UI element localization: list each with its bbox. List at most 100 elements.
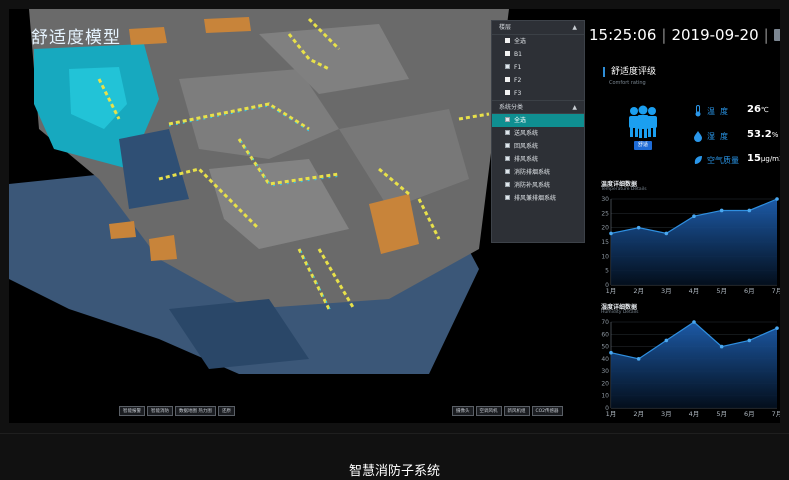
data-point [747, 338, 752, 343]
data-point [664, 231, 669, 236]
checkbox[interactable] [505, 130, 510, 135]
toolbar-button[interactable]: 空调风机 [475, 406, 502, 416]
y-tick-label: 30 [601, 196, 609, 203]
system-item-label: 回风系统 [514, 143, 539, 150]
data-point [692, 214, 696, 218]
air-quality-value: 15 [747, 153, 761, 164]
checkbox[interactable] [505, 195, 510, 200]
data-point [609, 350, 613, 355]
layer-filter-panel: 楼层 ▲ 全选 B1 F1 F2 F3 系统分类 ▲ 全选 送风系统 回风系统 排风系统 消防排… [491, 20, 585, 243]
checkbox[interactable] [505, 169, 510, 174]
area-fill [611, 199, 777, 285]
system-item[interactable]: 回风系统 [492, 140, 584, 153]
clock-date: 2019-09-20 [671, 26, 759, 44]
door-block [149, 235, 177, 261]
temperature-unit: ℃ [760, 106, 769, 114]
floor-group-label: 楼层 [499, 24, 512, 31]
checkbox[interactable] [505, 90, 510, 95]
humidity-unit: % [771, 131, 779, 139]
x-tick-label: 5月 [716, 287, 727, 295]
comfort-title: 舒适度评级 [603, 67, 656, 77]
toolbar-button[interactable]: 摄像头 [452, 406, 474, 416]
air-quality-value-wrap: 15μg/m3 [747, 153, 780, 164]
x-tick-label: 7月 [772, 287, 780, 295]
system-item[interactable]: 排风系统 [492, 153, 584, 166]
humidity-chart: 0102030405060701月 2月 3月 4月 5月 6月 7月 [601, 319, 780, 418]
system-item[interactable]: 全选 [492, 114, 584, 127]
data-point [609, 231, 613, 236]
x-tick-label: 3月 [661, 287, 672, 295]
x-tick-label: 3月 [661, 410, 672, 418]
floor-item[interactable]: 全选 [492, 35, 584, 48]
floor-list: 全选 B1 F1 F2 F3 [492, 35, 584, 100]
y-tick-label: 60 [601, 331, 609, 338]
checkbox[interactable] [505, 51, 510, 56]
checkbox[interactable] [505, 117, 510, 122]
system-item-label: 排风兼排烟系统 [514, 195, 557, 202]
data-point [747, 208, 752, 213]
humidity-value: 53.2 [747, 129, 772, 140]
clock-time: 15:25:06 [589, 26, 657, 44]
y-tick-label: 20 [601, 225, 609, 232]
thermometer-icon [695, 105, 701, 117]
air-quality-label: 空气质量 [707, 156, 739, 165]
water-drop-icon [694, 131, 702, 142]
data-point [664, 338, 669, 343]
y-tick-label: 30 [601, 368, 609, 375]
system-group-header[interactable]: 系统分类 ▲ [492, 100, 584, 114]
floor-item[interactable]: F1 [492, 61, 584, 74]
checkbox[interactable] [505, 156, 510, 161]
info-panel: 舒适度评级 Comfort rating 舒适 温度 26℃ 湿度 53.2% … [599, 53, 780, 423]
chevron-up-icon[interactable]: ▲ [572, 21, 577, 35]
system-item[interactable]: 消防补风系统 [492, 179, 584, 192]
temperature-chart-subtitle: Temperature Details [601, 187, 647, 192]
checkbox[interactable] [505, 143, 510, 148]
y-tick-label: 40 [601, 356, 609, 363]
footer-title: 智慧消防子系统 [348, 464, 440, 479]
floor-item-label: B1 [514, 51, 522, 58]
main-screen: 舒适度模型 15:25:06|2019-09-20|| 楼层 ▲ 全选B1F1F… [9, 9, 780, 423]
x-tick-label: 6月 [744, 287, 755, 295]
system-item[interactable]: 送风系统 [492, 127, 584, 140]
door-block [109, 221, 136, 239]
chevron-up-icon[interactable]: ▲ [572, 101, 577, 115]
door-block [129, 27, 167, 45]
system-group-label: 系统分类 [499, 104, 524, 111]
data-point [775, 197, 779, 201]
data-point [636, 357, 641, 361]
leaf-icon [694, 156, 702, 164]
toolbar-button[interactable]: 智能消防 [147, 406, 173, 416]
humidity-label: 湿度 [707, 132, 733, 141]
x-tick-label: 5月 [716, 410, 727, 418]
floor-group-header[interactable]: 楼层 ▲ [492, 21, 584, 35]
toolbar-button[interactable]: 智能报警 [119, 406, 145, 416]
toolbar-button[interactable]: 新风机组 [503, 406, 530, 416]
floor-item[interactable]: F3 [492, 87, 584, 100]
y-tick-label: 50 [601, 344, 609, 351]
y-tick-label: 25 [601, 210, 609, 217]
system-item-label: 排风系统 [514, 156, 539, 163]
x-tick-label: 6月 [744, 410, 755, 418]
checkbox[interactable] [505, 182, 510, 187]
toolbar-button[interactable]: CO2传感器 [531, 406, 563, 416]
toolbar-button[interactable]: 数据地图 热力图 [175, 406, 216, 416]
system-item[interactable]: 排风兼排烟系统 [492, 192, 584, 205]
system-item[interactable]: 消防排烟系统 [492, 166, 584, 179]
floor-item-label: 全选 [514, 38, 527, 45]
toolbar-button[interactable]: 还原 [217, 406, 235, 416]
floor-item[interactable]: B1 [492, 48, 584, 61]
area-fill [611, 322, 777, 408]
checkbox[interactable] [505, 77, 510, 82]
comfort-subtitle: Comfort rating [609, 80, 646, 86]
humidity-chart-subtitle: Humidity Details [601, 310, 639, 315]
x-tick-label: 7月 [772, 410, 780, 418]
air-quality-unit: μg/m3 [760, 155, 780, 163]
data-point [692, 320, 696, 324]
floor-item-label: F3 [514, 90, 522, 97]
system-list: 全选 送风系统回风系统排风系统消防排烟系统 消防补风系统排风兼排烟系统 [492, 114, 584, 205]
x-tick-label: 2月 [633, 410, 644, 418]
checkbox[interactable] [505, 38, 510, 43]
floor-item[interactable]: F2 [492, 74, 584, 87]
checkbox[interactable] [505, 64, 510, 69]
app-title: 舒适度模型 [31, 28, 121, 48]
